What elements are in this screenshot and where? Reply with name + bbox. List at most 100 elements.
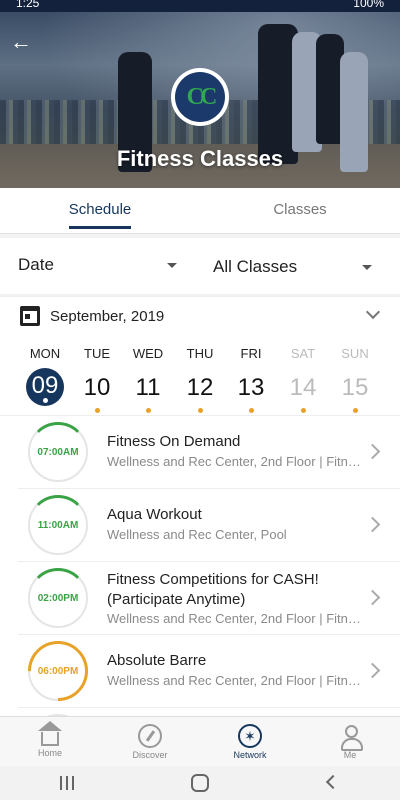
day-cell[interactable]: THU 12 [178, 334, 222, 415]
day-name: THU [186, 346, 214, 361]
day-name: FRI [240, 346, 262, 361]
time-progress-arc [15, 628, 101, 714]
logo-mark: CC [175, 72, 225, 122]
back-button[interactable]: ← [10, 30, 34, 54]
chevron-right-icon [364, 662, 381, 679]
day-cell[interactable]: FRI 13 [229, 334, 273, 415]
hero-banner: ← CC Fitness Classes [0, 12, 400, 188]
status-time: 1:25 [16, 0, 40, 10]
back-system-button[interactable] [313, 773, 353, 793]
event-dot [300, 408, 306, 413]
day-cell[interactable]: MON 09 [23, 334, 67, 415]
nav-me[interactable]: Me [300, 717, 400, 766]
network-icon: ✶ [238, 724, 262, 748]
day-cell[interactable]: TUE 10 [75, 334, 119, 415]
nav-label: Me [343, 750, 357, 760]
day-number: 1 [384, 374, 400, 404]
month-label: September, 2019 [50, 308, 165, 325]
day-number: 11 [135, 374, 161, 401]
caret-down-icon [362, 265, 372, 270]
home-system-button[interactable] [180, 773, 220, 793]
system-nav-bar [0, 766, 400, 800]
class-filter[interactable]: All Classes [213, 257, 378, 277]
class-location: Wellness and Rec Center, 2nd Floor | Fit… [107, 454, 361, 469]
day-name [0, 346, 14, 362]
chevron-right-icon [364, 443, 381, 460]
arrow-left-icon: ← [10, 29, 32, 54]
day-number: 13 [237, 374, 265, 401]
day-number: 8 [0, 374, 14, 404]
day-name: TUE [84, 346, 110, 361]
tab-classes[interactable]: Classes [200, 188, 400, 233]
event-dot [145, 408, 151, 413]
list-item[interactable]: 11:00AM Aqua Workout Wellness and Rec Ce… [18, 489, 400, 562]
class-filter-label: All Classes [213, 257, 298, 276]
caret-down-icon [167, 263, 177, 268]
time-badge: 07:00AM [28, 422, 88, 482]
nav-label: Network [233, 750, 267, 760]
date-filter[interactable]: Date [18, 255, 183, 275]
day-number: 10 [83, 374, 111, 401]
chevron-right-icon [364, 516, 381, 533]
day-name: WED [132, 346, 164, 361]
list-item[interactable]: 07:00AM Fitness On Demand Wellness and R… [18, 416, 400, 489]
class-name: Aqua Workout [107, 506, 202, 523]
tab-schedule[interactable]: Schedule [0, 188, 200, 233]
class-location: Wellness and Rec Center, 2nd Floor | Fit… [107, 673, 361, 688]
home-square-icon [190, 774, 209, 792]
day-number: 12 [186, 374, 214, 401]
class-location: Wellness and Rec Center, 2nd Floor | Fit… [107, 611, 361, 626]
nav-label: Discover [132, 750, 168, 760]
class-name: Fitness On Demand [107, 433, 241, 450]
recents-icon [59, 776, 62, 790]
tab-bar: Schedule Classes [0, 188, 400, 234]
recents-icon [71, 776, 74, 790]
status-bar: 1:25 100% [0, 0, 400, 12]
nav-home[interactable]: Home [0, 717, 100, 766]
battery-text: 100% [353, 0, 384, 10]
day-cell[interactable]: WED 11 [126, 334, 170, 415]
recents-button[interactable] [47, 773, 87, 793]
chevron-down-icon[interactable] [365, 304, 381, 320]
nav-network[interactable]: ✶ Network [200, 717, 300, 766]
day-cell[interactable]: SUN 15 [333, 334, 377, 415]
time-badge: 06:00PM [15, 628, 101, 714]
class-name: Fitness Competitions for CASH! (Particip… [107, 571, 319, 608]
day-name: SUN [341, 346, 369, 361]
day-name: SAT [290, 346, 316, 361]
compass-icon [138, 724, 162, 748]
day-cell[interactable]: SAT 14 [281, 334, 325, 415]
home-icon [38, 721, 62, 746]
club-logo-icon: CC [171, 68, 229, 126]
bottom-nav: Home Discover ✶ Network Me [0, 716, 400, 766]
day-number: 15 [341, 374, 369, 401]
page-title: Fitness Classes [116, 146, 284, 171]
day-cell[interactable]: M 1 [384, 334, 400, 415]
calendar-icon [20, 306, 40, 326]
time-badge: 02:00PM [28, 568, 88, 628]
list-item[interactable]: 06:00PM Absolute Barre Wellness and Rec … [15, 628, 400, 714]
event-dot [94, 408, 100, 413]
class-name: Absolute Barre [107, 652, 207, 669]
time-badge: 11:00AM [28, 495, 88, 555]
event-dot [248, 408, 254, 413]
list-item[interactable]: 02:00PM Fitness Competitions for CASH! (… [18, 562, 400, 635]
nav-label: Home [37, 748, 62, 758]
day-name: M [384, 346, 400, 362]
nav-discover[interactable]: Discover [100, 717, 200, 766]
class-location: Wellness and Rec Center, Pool [107, 527, 287, 542]
day-number: 14 [289, 374, 317, 401]
month-selector[interactable]: September, 2019 [0, 296, 400, 334]
event-dot [197, 408, 203, 413]
day-strip: 8 MON 09 TUE 10 WED 11 THU 12 FRI 13 SAT… [0, 334, 400, 416]
day-name: MON [29, 346, 61, 361]
filter-bar: Date All Classes [0, 238, 400, 294]
event-dot [352, 408, 358, 413]
back-chevron-icon [326, 774, 341, 790]
person-icon [338, 724, 363, 751]
chevron-right-icon [364, 589, 381, 606]
day-cell[interactable]: 8 [0, 334, 14, 415]
list-item[interactable] [18, 708, 400, 716]
event-dot [42, 398, 48, 403]
recents-icon [65, 776, 68, 790]
